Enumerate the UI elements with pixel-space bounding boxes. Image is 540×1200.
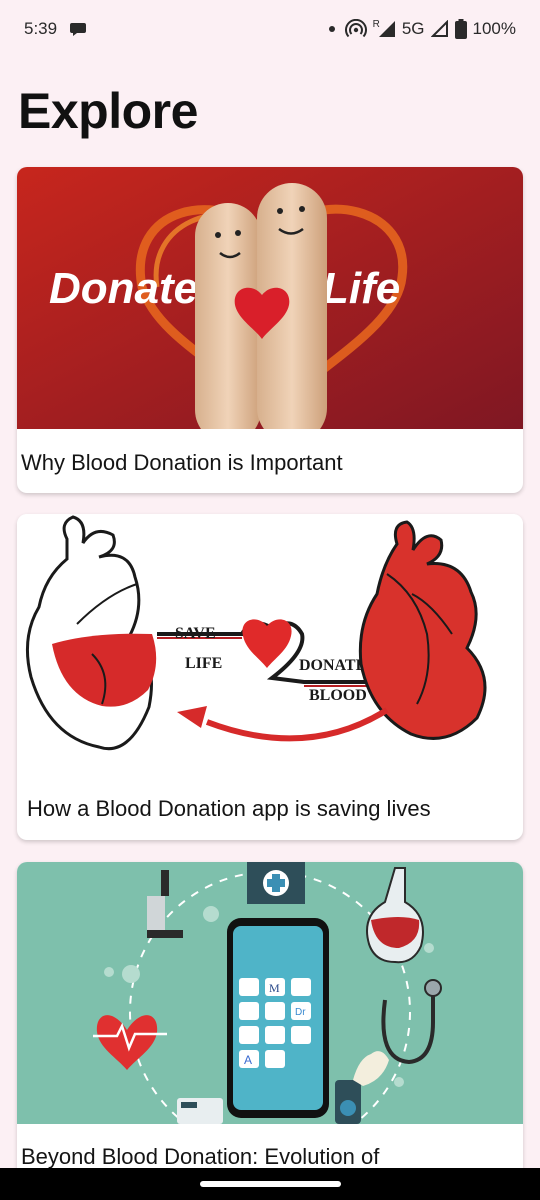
save-text: SAVE xyxy=(175,625,216,642)
network-type: 5G xyxy=(401,19,425,38)
signal-outline-icon xyxy=(430,20,448,37)
battery-percent: 100% xyxy=(472,19,516,38)
donate-text-2: DONATE xyxy=(299,657,366,674)
battery-icon xyxy=(454,19,467,39)
life-text-2: LIFE xyxy=(185,655,222,672)
status-bar: 5:39 R 5G 100% xyxy=(0,0,540,58)
save-life-hearts-image: SAVE LIFE DONATE BLOOD xyxy=(17,514,523,776)
app-dr-text: Dr xyxy=(295,1007,306,1018)
hotspot-icon xyxy=(344,19,367,38)
article-card-2[interactable]: SAVE LIFE DONATE BLOOD How a Blood Donat… xyxy=(17,514,523,840)
navigation-bar xyxy=(0,1168,540,1200)
card-title: How a Blood Donation app is saving lives xyxy=(27,796,431,821)
page-title: Explore xyxy=(18,83,198,139)
donate-text: Donate xyxy=(49,264,198,313)
life-text: Life xyxy=(322,264,400,313)
app-a-text: A xyxy=(244,1053,252,1067)
article-card-1[interactable]: Donate Life Why Blood Donation is Import… xyxy=(17,167,523,493)
signal-icon xyxy=(378,21,395,37)
status-left: 5:39 xyxy=(24,19,87,39)
status-time: 5:39 xyxy=(24,19,58,38)
dot-icon xyxy=(328,26,335,32)
app-m-text: M xyxy=(269,981,280,995)
blood-app-evolution-image: M Dr A xyxy=(17,862,523,1124)
home-indicator[interactable] xyxy=(200,1181,341,1187)
blood-text: BLOOD xyxy=(309,687,367,704)
donate-life-image: Donate Life xyxy=(17,167,523,429)
article-card-3[interactable]: M Dr A Beyond Blood Donation: Evolution … xyxy=(17,862,523,1200)
status-right: R 5G 100% xyxy=(325,19,516,39)
card-title: Why Blood Donation is Important xyxy=(21,450,343,475)
chat-bubble-icon xyxy=(70,23,87,36)
card-title: Beyond Blood Donation: Evolution of xyxy=(21,1144,380,1169)
